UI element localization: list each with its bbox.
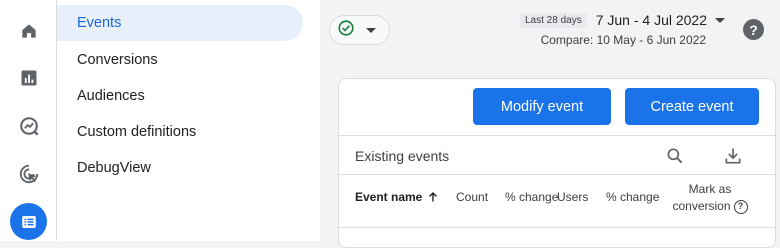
search-icon[interactable] [664,145,686,167]
chevron-down-icon [366,27,376,33]
help-icon[interactable]: ? [733,199,748,214]
nav-item-label: Audiences [77,88,145,104]
column-header-pct-change[interactable]: % change [505,190,558,204]
nav-item-label: DebugView [77,160,151,176]
download-icon[interactable] [722,145,744,167]
divider [339,227,775,228]
nav-item-label: Custom definitions [77,124,197,140]
column-header-mark-as-conversion[interactable]: Mark as conversion ? [665,181,755,215]
date-preset-badge: Last 28 days [519,12,587,28]
home-icon[interactable] [10,12,47,49]
date-range-label: 7 Jun - 4 Jul 2022 [595,12,707,28]
sort-arrow-up-icon [429,192,438,202]
column-header-label: conversion [672,199,731,213]
section-title: Existing events [355,148,450,164]
help-icon[interactable]: ? [743,19,764,40]
column-header-pct-change[interactable]: % change [606,190,659,204]
configure-icon[interactable] [10,203,47,240]
chevron-down-icon [715,17,725,23]
nav-item-label: Events [77,15,122,31]
column-header-count[interactable]: Count [456,190,488,204]
nav-item-conversions[interactable]: Conversions [57,42,303,78]
create-event-button[interactable]: Create event [625,88,759,125]
column-header-label: Mark as [688,182,732,196]
column-header-label: Event name [355,190,423,204]
data-status-dropdown[interactable] [329,15,390,45]
nav-item-debugview[interactable]: DebugView [57,150,303,186]
compare-range-label: Compare: 10 May - 6 Jun 2022 [540,33,706,47]
main-content: Last 28 days 7 Jun - 4 Jul 2022 Compare:… [320,0,780,248]
existing-events-header: Existing events [339,135,775,175]
check-circle-icon [337,19,355,42]
nav-item-events[interactable]: Events [57,5,303,41]
modify-event-button[interactable]: Modify event [473,88,611,125]
events-card: Modify event Create event Existing event… [338,78,776,248]
nav-item-custom-definitions[interactable]: Custom definitions [57,114,303,150]
configure-nav: Events Conversions Audiences Custom defi… [57,0,320,241]
advertising-icon[interactable] [10,155,47,192]
nav-item-label: Conversions [77,52,158,68]
icon-rail [0,0,57,241]
date-range-picker[interactable]: Last 28 days 7 Jun - 4 Jul 2022 Compare:… [519,12,725,47]
column-header-event-name[interactable]: Event name [355,190,439,204]
nav-item-audiences[interactable]: Audiences [57,78,303,114]
reports-icon[interactable] [10,59,47,96]
column-header-users[interactable]: Users [557,190,588,204]
explore-icon[interactable] [10,107,47,144]
